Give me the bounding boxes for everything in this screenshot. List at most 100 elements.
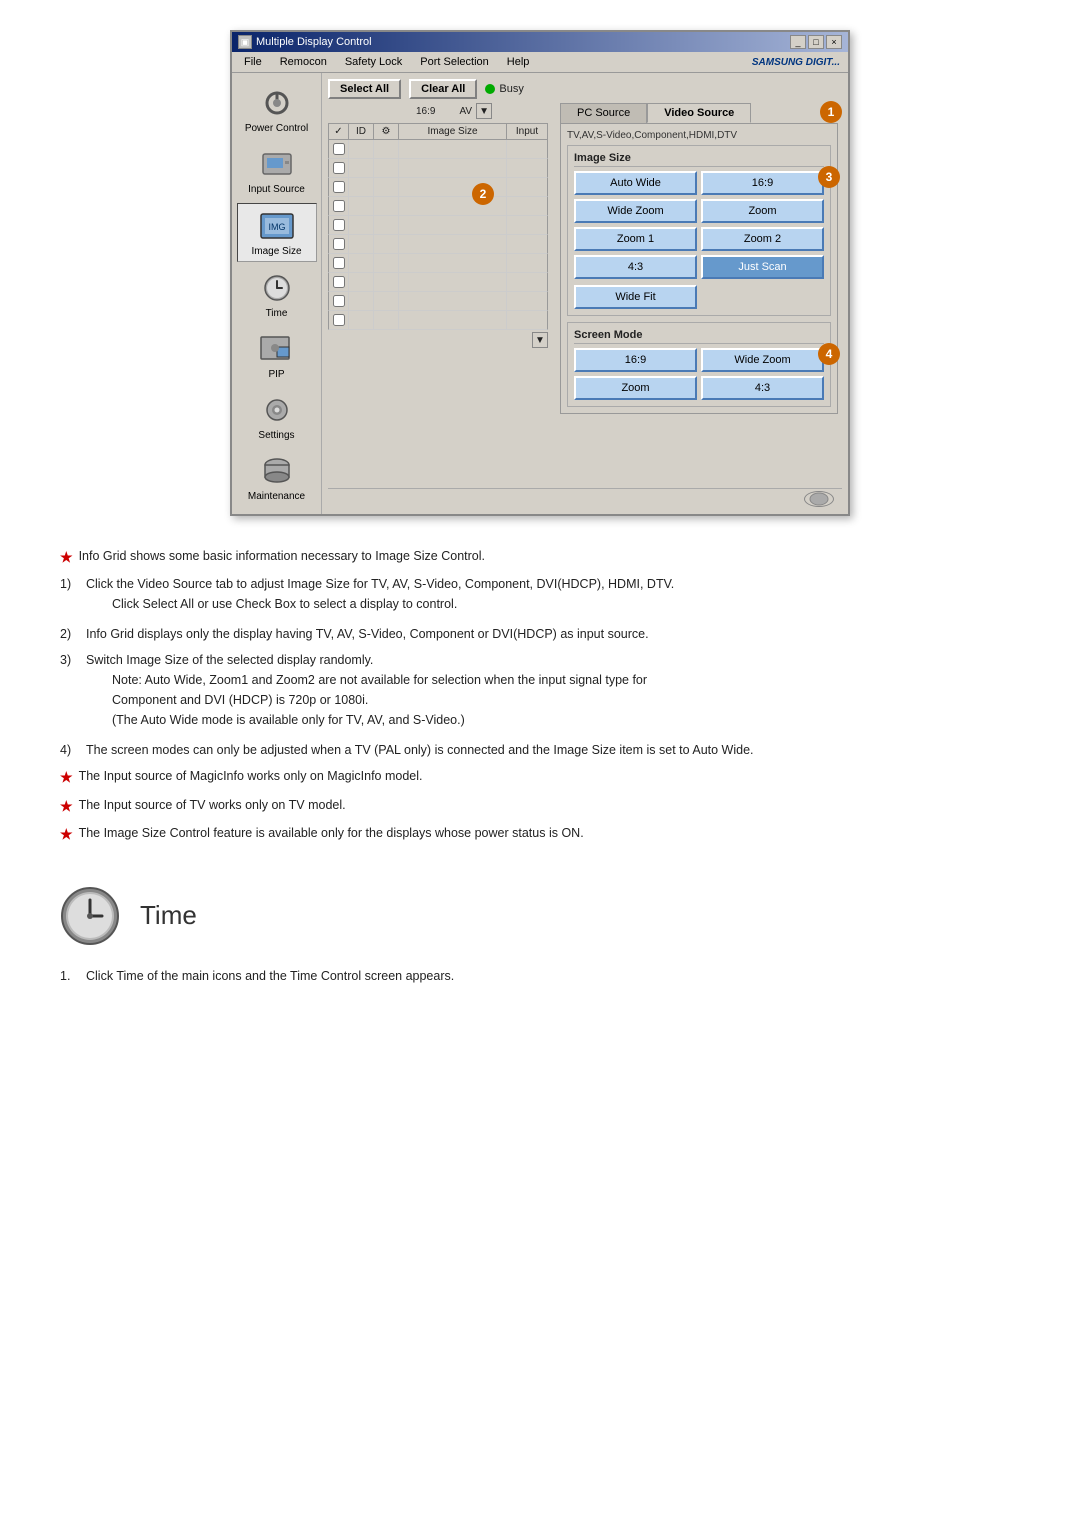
image-size-value: 16:9 (416, 106, 435, 117)
btn-4-3[interactable]: 4:3 (574, 255, 697, 279)
right-panel: 1 PC Source Video Source TV,AV,S-Video,C… (556, 103, 842, 488)
row6-checkbox[interactable] (333, 238, 345, 250)
btn-screen-zoom[interactable]: Zoom (574, 376, 697, 400)
select-all-button[interactable]: Select All (328, 79, 401, 99)
btn-zoom2[interactable]: Zoom 2 (701, 227, 824, 251)
btn-16-9[interactable]: 16:9 (701, 171, 824, 195)
tab-pc-source[interactable]: PC Source (560, 103, 647, 123)
btn-zoom1[interactable]: Zoom 1 (574, 227, 697, 251)
bottom-scroll-area (328, 488, 842, 508)
row5-icon (374, 216, 399, 234)
clear-all-button[interactable]: Clear All (409, 79, 477, 99)
btn-screen-4-3[interactable]: 4:3 (701, 376, 824, 400)
note-3-sub2-text: Component and DVI (HDCP) is 720p or 1080… (112, 690, 647, 710)
sidebar-item-time[interactable]: Time (237, 266, 317, 323)
note-item-1: 1) Click the Video Source tab to adjust … (60, 574, 1020, 618)
menu-safety-lock[interactable]: Safety Lock (337, 54, 410, 70)
row4-id (349, 197, 374, 215)
menu-remocon[interactable]: Remocon (272, 54, 335, 70)
busy-indicator: Busy (485, 83, 523, 95)
screen-mode-buttons: 16:9 Wide Zoom Zoom 4:3 (574, 348, 824, 400)
row3-input (507, 178, 547, 196)
image-size-buttons: Auto Wide 16:9 Wide Zoom Zoom Zoom 1 Zoo… (574, 171, 824, 279)
row1-id (349, 140, 374, 158)
window-title: Multiple Display Control (256, 36, 372, 48)
menu-help[interactable]: Help (499, 54, 538, 70)
star-note-4-text: The Image Size Control feature is availa… (79, 823, 584, 845)
sidebar-item-power[interactable]: Power Control (237, 81, 317, 138)
row1-size (399, 140, 507, 158)
btn-just-scan[interactable]: Just Scan (701, 255, 824, 279)
main-area: Select All Clear All Busy (322, 73, 848, 514)
maximize-button[interactable]: □ (808, 35, 824, 49)
time-section: Time (60, 886, 1020, 946)
image-size-label: Image Size (251, 246, 301, 257)
tab-video-source[interactable]: Video Source (647, 103, 751, 123)
btn-screen-16-9[interactable]: 16:9 (574, 348, 697, 372)
content-area: 16:9 AV ▼ ✓ ID ⚙ Image Size Input (328, 103, 842, 488)
row2-checkbox[interactable] (333, 162, 345, 174)
time-note-num-1: 1. (60, 966, 80, 986)
note-item-3-content: Switch Image Size of the selected displa… (86, 650, 647, 734)
sidebar-item-pip[interactable]: PIP (237, 327, 317, 384)
row6-icon (374, 235, 399, 253)
btn-zoom[interactable]: Zoom (701, 199, 824, 223)
row9-checkbox[interactable] (333, 295, 345, 307)
star-note-1: ★ Info Grid shows some basic information… (60, 546, 1020, 568)
row10-checkbox[interactable] (333, 314, 345, 326)
note-item-4-text: The screen modes can only be adjusted wh… (86, 740, 754, 760)
row1-icon (374, 140, 399, 158)
menu-file[interactable]: File (236, 54, 270, 70)
star-note-4: ★ The Image Size Control feature is avai… (60, 823, 1020, 845)
app-icon: ▣ (238, 35, 252, 49)
row8-checkbox[interactable] (333, 276, 345, 288)
btn-wide-fit[interactable]: Wide Fit (574, 285, 697, 309)
table-row (328, 197, 548, 216)
table-row (328, 216, 548, 235)
time-heading: Time (140, 900, 197, 931)
row5-size (399, 216, 507, 234)
row5-checkbox[interactable] (333, 219, 345, 231)
btn-wide-zoom[interactable]: Wide Zoom (574, 199, 697, 223)
row8-id (349, 273, 374, 291)
star-icon-2: ★ (60, 766, 73, 788)
row7-checkbox[interactable] (333, 257, 345, 269)
note-item-1-text: Click the Video Source tab to adjust Ima… (86, 574, 674, 594)
sidebar-item-settings[interactable]: Settings (237, 388, 317, 445)
table-row (328, 273, 548, 292)
input-label: Input Source (248, 184, 305, 195)
note-item-1-content: Click the Video Source tab to adjust Ima… (86, 574, 674, 618)
scroll-thumb[interactable] (804, 491, 834, 507)
note-item-2-text: Info Grid displays only the display havi… (86, 624, 649, 644)
sidebar-item-image-size[interactable]: IMG Image Size (237, 203, 317, 262)
time-note-1: 1. Click Time of the main icons and the … (60, 966, 1020, 986)
row2-check[interactable] (329, 159, 349, 177)
image-size-section-label: Image Size 3 (574, 152, 824, 167)
svg-text:IMG: IMG (268, 222, 285, 232)
row6-id (349, 235, 374, 253)
input-value: AV (459, 106, 472, 117)
close-button[interactable]: × (826, 35, 842, 49)
row10-icon (374, 311, 399, 329)
row3-checkbox[interactable] (333, 181, 345, 193)
menu-port-selection[interactable]: Port Selection (412, 54, 496, 70)
grid-area: 16:9 AV ▼ ✓ ID ⚙ Image Size Input (328, 103, 548, 488)
row1-check[interactable] (329, 140, 349, 158)
row4-checkbox[interactable] (333, 200, 345, 212)
sidebar-item-input[interactable]: Input Source (237, 142, 317, 199)
row1-checkbox[interactable] (333, 143, 345, 155)
screen-mode-section-label: Screen Mode (574, 329, 824, 344)
minimize-button[interactable]: _ (790, 35, 806, 49)
star-note-2: ★ The Input source of MagicInfo works on… (60, 766, 1020, 788)
row7-id (349, 254, 374, 272)
input-dropdown-arrow[interactable]: ▼ (476, 103, 492, 119)
time-clock-icon (60, 886, 120, 946)
btn-auto-wide[interactable]: Auto Wide (574, 171, 697, 195)
scroll-down-btn[interactable]: ▼ (532, 332, 548, 348)
time-notes: 1. Click Time of the main icons and the … (60, 966, 1020, 986)
row7-icon (374, 254, 399, 272)
sidebar-item-maintenance[interactable]: Maintenance (237, 449, 317, 506)
btn-screen-wide-zoom[interactable]: Wide Zoom (701, 348, 824, 372)
row9-id (349, 292, 374, 310)
row4-icon (374, 197, 399, 215)
